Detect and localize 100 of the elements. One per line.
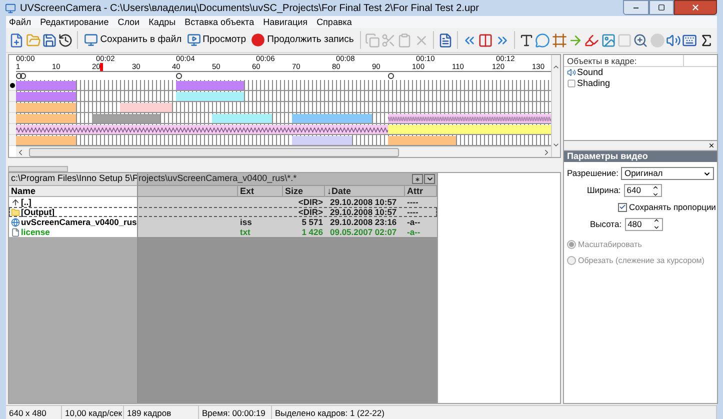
zoom-icon[interactable]: [633, 32, 648, 48]
scroll-left-icon[interactable]: [16, 148, 25, 156]
width-field[interactable]: 640: [624, 184, 662, 197]
history-icon[interactable]: [58, 32, 74, 48]
split-icon[interactable]: [478, 32, 494, 48]
timeline-clip[interactable]: [292, 114, 372, 123]
scroll-down-icon[interactable]: [552, 141, 560, 149]
file-name: uvScreenCamera_v0400_rus: [21, 217, 137, 227]
horizontal-scrollbar[interactable]: [16, 146, 551, 157]
highlighter-icon[interactable]: [584, 32, 600, 48]
app-icon: [5, 2, 16, 14]
waveform-icon: [388, 116, 551, 122]
properties-icon[interactable]: [438, 32, 453, 48]
audio-clip[interactable]: [16, 125, 388, 134]
new-file-icon[interactable]: [9, 32, 24, 48]
radio-label: Масштабировать: [578, 238, 642, 251]
maximize-button[interactable]: [649, 0, 674, 15]
check-icon: [619, 203, 626, 212]
file-attr: ----: [406, 197, 420, 207]
timeline-clip[interactable]: [16, 114, 76, 123]
marker-icon[interactable]: [388, 73, 394, 79]
spin-up-icon[interactable]: [652, 184, 659, 190]
close-icon[interactable]: [708, 142, 715, 149]
file-date: 29.10.2008 10:57: [330, 207, 397, 217]
toolbar-button[interactable]: Продолжить запись: [249, 30, 356, 50]
save-icon[interactable]: [42, 32, 57, 48]
file-row[interactable]: [Output] <DIR> 29.10.2008 10:57 ----: [9, 207, 437, 217]
marker-icon[interactable]: [16, 73, 22, 79]
menu-item[interactable]: Справка: [316, 16, 352, 28]
timeline-clip[interactable]: [16, 92, 76, 101]
file-attr: -a--: [406, 227, 422, 237]
record-icon: [251, 33, 266, 47]
file-size: 5 571: [300, 217, 324, 227]
timeline-clip[interactable]: [388, 125, 551, 134]
favorites-button[interactable]: [412, 174, 423, 184]
scroll-right-icon[interactable]: [542, 148, 551, 156]
menu-item[interactable]: Вставка объекта: [184, 16, 254, 28]
file-size: <DIR>: [297, 207, 324, 217]
window-title: UVScreenCamera - C:\Users\владелиц\Documents\uvSC_Projects\For Final Test 2\For Final Test 2.upr: [20, 2, 479, 16]
close-button[interactable]: [674, 0, 717, 15]
globe-icon: [11, 218, 20, 226]
menu-item[interactable]: Файл: [9, 16, 32, 28]
timeline-clip[interactable]: [292, 136, 352, 145]
menu-item[interactable]: Слои: [118, 16, 140, 28]
text-icon[interactable]: [518, 32, 534, 48]
file-name: [..]: [21, 197, 32, 207]
timeline-clip[interactable]: [120, 103, 172, 112]
maximize-icon: [658, 4, 665, 11]
keyboard-icon[interactable]: [682, 32, 698, 48]
spin-down-icon[interactable]: [652, 190, 659, 198]
timeline-clip[interactable]: [16, 103, 76, 112]
frame-icon[interactable]: [552, 32, 567, 48]
height-field[interactable]: 480: [624, 218, 663, 231]
history-dropdown-button[interactable]: [424, 174, 435, 184]
file-size: 1 426: [300, 227, 324, 237]
timeline-clip[interactable]: [92, 114, 160, 123]
file-row[interactable]: uvScreenCamera_v0400_rus iss 5 571 29.10.2008 23:16 -a--: [9, 217, 437, 227]
field-label: Разрешение:: [567, 167, 618, 180]
dropdown-icon: [426, 175, 434, 183]
menu-item[interactable]: Навигация: [263, 16, 308, 28]
menu-item[interactable]: Редактирование: [40, 16, 109, 28]
timeline-clip[interactable]: [176, 81, 244, 90]
field-label: Высота:: [590, 218, 622, 231]
file-date: 29.10.2008 10:57: [330, 197, 397, 207]
vertical-scrollbar[interactable]: [551, 55, 560, 157]
toolbar-button[interactable]: Просмотр: [184, 30, 248, 50]
audio-clip[interactable]: [388, 114, 551, 123]
object-item[interactable]: Sound: [577, 67, 604, 78]
checkbox-label: Сохранять пропорции: [629, 201, 716, 214]
square-icon: [567, 79, 576, 88]
timeline-clip[interactable]: [388, 136, 456, 145]
spin-down-icon[interactable]: [652, 224, 660, 232]
spin-up-icon[interactable]: [652, 217, 660, 224]
path-label: c:\Program Files\Inno Setup 5\Projects\uvScreenCamera_v0400_rus\*.*: [11, 173, 298, 186]
resolution-select[interactable]: Оригинал: [621, 167, 714, 180]
menu-item[interactable]: Кадры: [148, 16, 176, 28]
status-cell: Выделено кадров: 1 (22-22): [272, 406, 717, 419]
panel-header: Параметры видео: [564, 151, 717, 162]
marker-icon[interactable]: [20, 73, 26, 79]
waveform-icon: [16, 127, 388, 133]
speaker-icon[interactable]: [666, 32, 682, 48]
timeline-clip[interactable]: [16, 81, 76, 90]
caret-icon: [703, 170, 711, 178]
toolbar-button[interactable]: Сохранить в файл: [82, 30, 184, 50]
marker-icon[interactable]: [176, 73, 182, 79]
timeline-clip[interactable]: [212, 114, 272, 123]
image-icon[interactable]: [600, 32, 616, 48]
object-item[interactable]: Shading: [577, 78, 610, 89]
layer-indicator[interactable]: [9, 80, 16, 91]
arrow-icon[interactable]: [568, 32, 584, 48]
scrollbar-thumb[interactable]: [29, 148, 399, 156]
file-attr: -a--: [406, 217, 422, 227]
timeline-clip[interactable]: [176, 92, 244, 101]
scroll-up-icon[interactable]: [552, 63, 560, 71]
speaker-icon: [567, 68, 576, 77]
keep-ratio-checkbox[interactable]: [618, 202, 627, 212]
close-icon: [691, 3, 700, 12]
folder-icon: [11, 208, 20, 216]
timeline-clip[interactable]: [16, 136, 76, 145]
file-row[interactable]: [..] <DIR> 29.10.2008 10:57 ----: [9, 197, 437, 207]
